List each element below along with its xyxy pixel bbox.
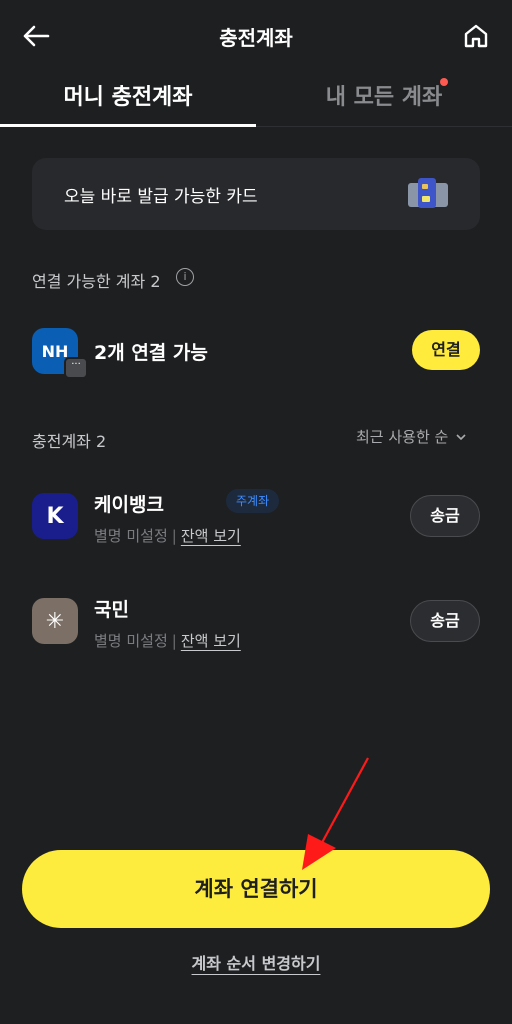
card-banner-text: 오늘 바로 발급 가능한 카드 (64, 187, 258, 207)
connect-button[interactable]: 연결 (412, 330, 480, 370)
info-icon[interactable]: i (176, 268, 194, 286)
account-name: 케이뱅크 (94, 494, 164, 516)
separator: | (171, 527, 177, 545)
sort-label: 최근 사용한 순 (356, 428, 449, 446)
notification-dot (440, 78, 448, 86)
tab-all-accounts[interactable]: 내 모든 계좌 (256, 80, 512, 124)
chevron-down-icon (456, 434, 466, 441)
home-icon (464, 24, 488, 48)
send-button[interactable]: 송금 (410, 600, 480, 642)
sort-dropdown[interactable]: 최근 사용한 순 (356, 426, 467, 447)
connectable-count: 2 (150, 272, 161, 291)
account-sub-row: 별명 미설정 | 잔액 보기 (94, 525, 241, 546)
charging-label: 충전계좌 (32, 432, 91, 451)
home-button[interactable] (456, 16, 496, 56)
more-dots-icon: ··· (64, 357, 88, 379)
view-balance-link[interactable]: 잔액 보기 (181, 632, 241, 650)
nickname-text: 별명 미설정 (94, 632, 168, 650)
account-name: 국민 (94, 599, 129, 621)
page-title: 충전계좌 (219, 26, 293, 50)
separator: | (171, 632, 177, 650)
connectable-label: 연결 가능한 계좌 (32, 272, 146, 291)
connect-account-button[interactable]: 계좌 연결하기 (22, 850, 490, 928)
connectable-item-text: 2개 연결 가능 (94, 342, 208, 364)
annotation-arrow-icon (302, 757, 369, 870)
kbank-logo: K (32, 493, 78, 539)
active-tab-indicator (0, 124, 256, 127)
charging-count: 2 (95, 432, 107, 451)
send-button[interactable]: 송금 (410, 495, 480, 537)
reorder-accounts-link[interactable]: 계좌 순서 변경하기 (192, 954, 321, 973)
account-sub-row: 별명 미설정 | 잔액 보기 (94, 630, 241, 651)
tab-money-charging-account[interactable]: 머니 충전계좌 (0, 80, 256, 124)
kb-bank-logo: ✳ (32, 598, 78, 644)
card-icon (408, 178, 448, 208)
nickname-text: 별명 미설정 (94, 527, 168, 545)
view-balance-link[interactable]: 잔액 보기 (181, 527, 241, 545)
main-account-badge: 주계좌 (226, 489, 280, 513)
